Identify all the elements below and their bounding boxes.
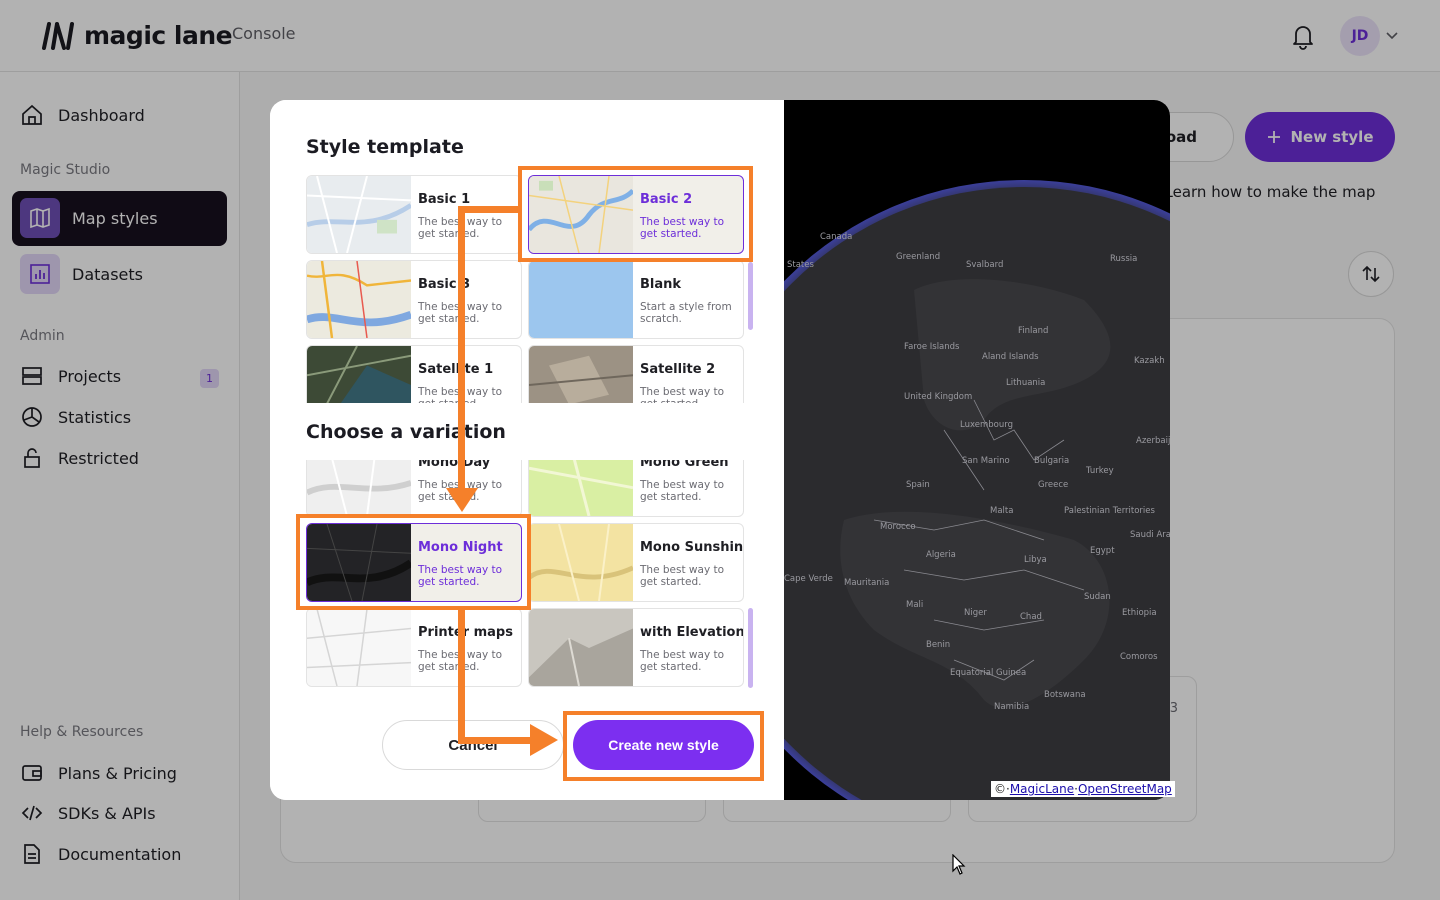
mouse-cursor-icon bbox=[952, 854, 966, 875]
map-country-label: Canada bbox=[820, 232, 853, 242]
map-country-label: Algeria bbox=[926, 550, 956, 560]
blank-thumbnail bbox=[529, 261, 633, 338]
map-country-label: Greece bbox=[1038, 480, 1069, 490]
option-description: The best way to get started. bbox=[418, 649, 503, 673]
map-preview[interactable]: Canada States Greenland Svalbard Russia Finla… bbox=[784, 100, 1170, 800]
option-title: with Elevation bbox=[640, 625, 744, 640]
option-description: The best way to get started. bbox=[418, 301, 503, 325]
map-country-label: Aland Islands bbox=[982, 352, 1039, 362]
map-country-label: Palestinian Territories bbox=[1064, 506, 1155, 516]
map-country-label: Russia bbox=[1110, 254, 1138, 264]
option-description: The best way to get started. bbox=[640, 479, 725, 503]
arrow-segment bbox=[458, 608, 465, 744]
map-country-label: Botswana bbox=[1044, 690, 1086, 700]
option-title: Mono Day bbox=[418, 460, 491, 470]
map-country-label: States bbox=[787, 260, 814, 270]
map-country-label: Mali bbox=[906, 600, 924, 610]
arrow-segment bbox=[458, 206, 520, 213]
option-description: The best way to get started. bbox=[418, 386, 503, 403]
option-description: Start a style from scratch. bbox=[640, 301, 732, 325]
map-country-label: Morocco bbox=[880, 522, 916, 532]
map-thumbnail bbox=[529, 524, 633, 601]
map-attribution: ©·MagicLane·OpenStreetMap bbox=[991, 781, 1175, 797]
option-description: The best way to get started. bbox=[640, 564, 725, 588]
option-title: Mono Sunshine bbox=[640, 540, 744, 555]
map-country-label: Chad bbox=[1020, 612, 1042, 622]
map-thumbnail bbox=[307, 460, 411, 516]
highlight-basic-2 bbox=[518, 166, 753, 262]
map-country-label: San Marino bbox=[962, 456, 1010, 466]
option-title: Mono Green bbox=[640, 460, 729, 470]
map-country-label: Greenland bbox=[896, 252, 941, 262]
map-country-label: Benin bbox=[926, 640, 951, 650]
map-country-label: Svalbard bbox=[966, 260, 1004, 270]
map-country-label: Cape Verde bbox=[784, 574, 833, 584]
template-option-basic-1[interactable]: Basic 1 The best way to get started. bbox=[306, 175, 522, 254]
satellite-thumbnail bbox=[307, 346, 411, 403]
arrow-head-down-icon bbox=[446, 488, 478, 512]
map-country-label: Lithuania bbox=[1006, 378, 1046, 388]
variation-option-mono-day[interactable]: Mono Day The best way to get started. bbox=[306, 460, 522, 517]
map-country-label: Ethiopia bbox=[1122, 608, 1157, 618]
arrow-segment bbox=[458, 737, 536, 744]
option-description: The best way to get started. bbox=[418, 216, 503, 240]
map-country-label: Libya bbox=[1024, 555, 1047, 565]
magiclane-link[interactable]: MagicLane bbox=[1010, 782, 1074, 796]
map-country-label: Faroe Islands bbox=[904, 342, 960, 352]
globe-preview bbox=[784, 180, 1170, 800]
map-thumbnail bbox=[307, 609, 411, 686]
variation-heading: Choose a variation bbox=[306, 421, 506, 443]
template-option-satellite-2[interactable]: Satellite 2 The best way to get started. bbox=[528, 345, 744, 403]
map-country-label: Egypt bbox=[1090, 546, 1115, 556]
map-country-label: Turkey bbox=[1086, 466, 1114, 476]
map-country-label: Comoros bbox=[1120, 652, 1158, 662]
option-title: Blank bbox=[640, 277, 682, 292]
variation-scrollbar[interactable] bbox=[748, 608, 753, 688]
map-country-label: Spain bbox=[906, 480, 930, 490]
variation-option-with-elevation[interactable]: with Elevation The best way to get start… bbox=[528, 608, 744, 687]
map-thumbnail bbox=[529, 609, 633, 686]
map-country-label: Malta bbox=[990, 506, 1014, 516]
option-title: Satellite 2 bbox=[640, 362, 716, 377]
map-thumbnail bbox=[529, 460, 633, 516]
template-scrollbar[interactable] bbox=[748, 262, 753, 330]
openstreetmap-link[interactable]: OpenStreetMap bbox=[1078, 782, 1172, 796]
highlight-create-button bbox=[563, 711, 764, 781]
arrow-head-right-icon bbox=[530, 724, 558, 756]
map-country-label: Luxembourg bbox=[960, 420, 1013, 430]
template-option-basic-3[interactable]: Basic 3 The best way to get started. bbox=[306, 260, 522, 339]
map-country-label: Sudan bbox=[1084, 592, 1111, 602]
variation-option-mono-sunshine[interactable]: Mono Sunshine The best way to get starte… bbox=[528, 523, 744, 602]
style-template-heading: Style template bbox=[306, 136, 464, 158]
map-country-label: Saudi Arab bbox=[1130, 530, 1170, 540]
variation-option-printer-maps[interactable]: Printer maps The best way to get started… bbox=[306, 608, 522, 687]
variation-option-mono-green[interactable]: Mono Green The best way to get started. bbox=[528, 460, 744, 517]
map-country-label: Namibia bbox=[994, 702, 1030, 712]
option-title: Basic 1 bbox=[418, 192, 471, 207]
option-title: Satellite 1 bbox=[418, 362, 494, 377]
map-country-label: Niger bbox=[964, 608, 987, 618]
map-country-label: Bulgaria bbox=[1034, 456, 1070, 466]
option-title: Printer maps bbox=[418, 625, 513, 640]
map-country-label: United Kingdom bbox=[904, 392, 973, 402]
highlight-mono-night bbox=[296, 514, 531, 610]
map-thumbnail bbox=[307, 176, 411, 253]
copyright-symbol: © bbox=[994, 782, 1006, 796]
map-country-label: Azerbaijan bbox=[1136, 436, 1170, 446]
map-country-label: Equatorial Guinea bbox=[950, 668, 1027, 678]
template-option-satellite-1[interactable]: Satellite 1 The best way to get started. bbox=[306, 345, 522, 403]
option-description: The best way to get started. bbox=[640, 386, 725, 403]
arrow-segment bbox=[458, 206, 465, 494]
map-country-label: Kazakh bbox=[1134, 356, 1165, 366]
satellite-thumbnail bbox=[529, 346, 633, 403]
option-description: The best way to get started. bbox=[640, 649, 725, 673]
map-country-label: Finland bbox=[1018, 326, 1049, 336]
template-option-blank[interactable]: Blank Start a style from scratch. bbox=[528, 260, 744, 339]
map-country-label: Mauritania bbox=[844, 578, 890, 588]
map-thumbnail bbox=[307, 261, 411, 338]
